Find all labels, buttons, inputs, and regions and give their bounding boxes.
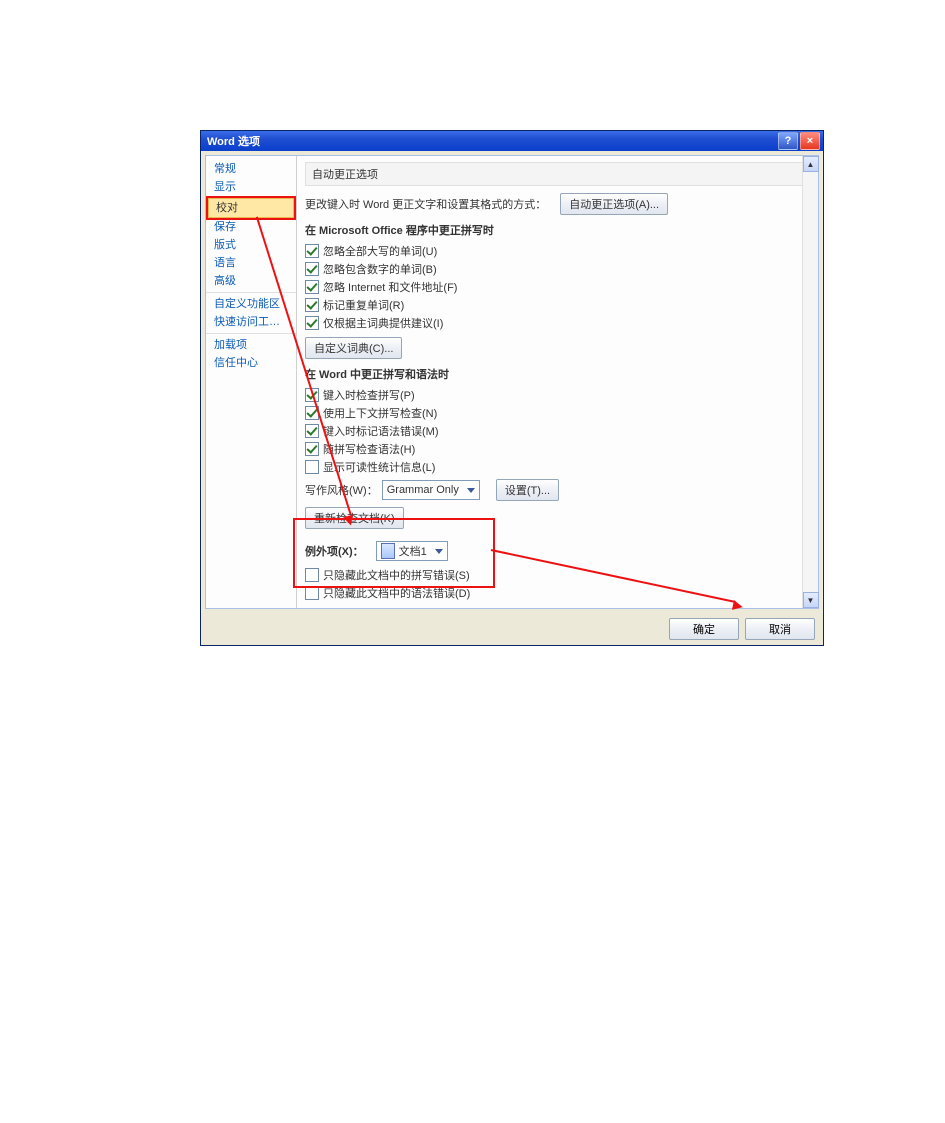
dialog-footer: 确定 取消 (201, 613, 823, 645)
chk-spellcheck-type[interactable] (305, 388, 319, 402)
custom-dict-button[interactable]: 自定义词典(C)... (305, 337, 402, 359)
close-button[interactable]: × (800, 132, 820, 150)
lbl-main-dict-only: 仅根据主词典提供建议(I) (323, 315, 443, 331)
help-button[interactable]: ? (778, 132, 798, 150)
lbl-context-spell: 使用上下文拼写检查(N) (323, 405, 437, 421)
chk-hide-spell-errors[interactable] (305, 568, 319, 582)
sidebar-item-customize-ribbon[interactable]: 自定义功能区 (206, 295, 296, 313)
chk-readability[interactable] (305, 460, 319, 474)
writing-style-select[interactable]: Grammar Only (382, 480, 480, 500)
grammar-settings-button[interactable]: 设置(T)... (496, 479, 559, 501)
autocorrect-options-button[interactable]: 自动更正选项(A)... (560, 193, 668, 215)
options-panel: ▲ ▼ 自动更正选项 更改键入时 Word 更正文字和设置其格式的方式： 自动更… (297, 156, 818, 608)
word-options-dialog: Word 选项 ? × 常规 显示 校对 保存 版式 语言 高级 自定义功能区 … (200, 130, 824, 646)
chk-mark-repeat[interactable] (305, 298, 319, 312)
lbl-spellcheck-type: 键入时检查拼写(P) (323, 387, 415, 403)
chevron-down-icon (467, 488, 475, 493)
lbl-ignore-numbers: 忽略包含数字的单词(B) (323, 261, 437, 277)
cancel-button[interactable]: 取消 (745, 618, 815, 640)
chk-ignore-uppercase[interactable] (305, 244, 319, 258)
chk-hide-grammar-errors[interactable] (305, 586, 319, 600)
writing-style-value: Grammar Only (387, 484, 459, 496)
sidebar-item-save[interactable]: 保存 (206, 218, 296, 236)
recheck-document-button[interactable]: 重新检查文档(K) (305, 507, 404, 529)
autocorrect-desc: 更改键入时 Word 更正文字和设置其格式的方式： (305, 196, 546, 212)
lbl-grammar-type: 键入时标记语法错误(M) (323, 423, 439, 439)
office-spell-title: 在 Microsoft Office 程序中更正拼写时 (305, 216, 810, 242)
chk-main-dict-only[interactable] (305, 316, 319, 330)
autocorrect-header: 自动更正选项 (305, 162, 810, 186)
exceptions-doc-select[interactable]: 文档1 (376, 541, 448, 561)
exceptions-doc-value: 文档1 (399, 543, 427, 559)
exceptions-label: 例外项(X)： (305, 546, 364, 558)
chk-grammar-type[interactable] (305, 424, 319, 438)
word-spell-title: 在 Word 中更正拼写和语法时 (305, 360, 810, 386)
sidebar-item-proofing[interactable]: 校对 (208, 198, 294, 218)
lbl-ignore-internet: 忽略 Internet 和文件地址(F) (323, 279, 457, 295)
writing-style-label: 写作风格(W)： (305, 482, 378, 498)
titlebar[interactable]: Word 选项 ? × (201, 131, 823, 151)
scrollbar[interactable]: ▲ ▼ (802, 156, 818, 608)
sidebar: 常规 显示 校对 保存 版式 语言 高级 自定义功能区 快速访问工具栏 加载项 … (206, 156, 297, 608)
scroll-down-button[interactable]: ▼ (803, 592, 819, 608)
sidebar-item-language[interactable]: 语言 (206, 254, 296, 272)
lbl-readability: 显示可读性统计信息(L) (323, 459, 435, 475)
lbl-hide-grammar-errors: 只隐藏此文档中的语法错误(D) (323, 585, 470, 601)
lbl-ignore-uppercase: 忽略全部大写的单词(U) (323, 243, 437, 259)
sidebar-item-addins[interactable]: 加载项 (206, 336, 296, 354)
sidebar-item-display[interactable]: 显示 (206, 178, 296, 196)
lbl-mark-repeat: 标记重复单词(R) (323, 297, 404, 313)
chk-grammar-with-spell[interactable] (305, 442, 319, 456)
dialog-title: Word 选项 (207, 133, 776, 149)
scroll-up-button[interactable]: ▲ (803, 156, 819, 172)
sidebar-item-layout[interactable]: 版式 (206, 236, 296, 254)
chk-ignore-numbers[interactable] (305, 262, 319, 276)
document-icon (381, 543, 395, 559)
chevron-down-icon (435, 549, 443, 554)
sidebar-item-quicktoolbar[interactable]: 快速访问工具栏 (206, 313, 296, 334)
chk-context-spell[interactable] (305, 406, 319, 420)
sidebar-item-advanced[interactable]: 高级 (206, 272, 296, 293)
lbl-hide-spell-errors: 只隐藏此文档中的拼写错误(S) (323, 567, 470, 583)
sidebar-item-trust[interactable]: 信任中心 (206, 354, 296, 372)
ok-button[interactable]: 确定 (669, 618, 739, 640)
sidebar-item-general[interactable]: 常规 (206, 160, 296, 178)
lbl-grammar-with-spell: 随拼写检查语法(H) (323, 441, 415, 457)
chk-ignore-internet[interactable] (305, 280, 319, 294)
